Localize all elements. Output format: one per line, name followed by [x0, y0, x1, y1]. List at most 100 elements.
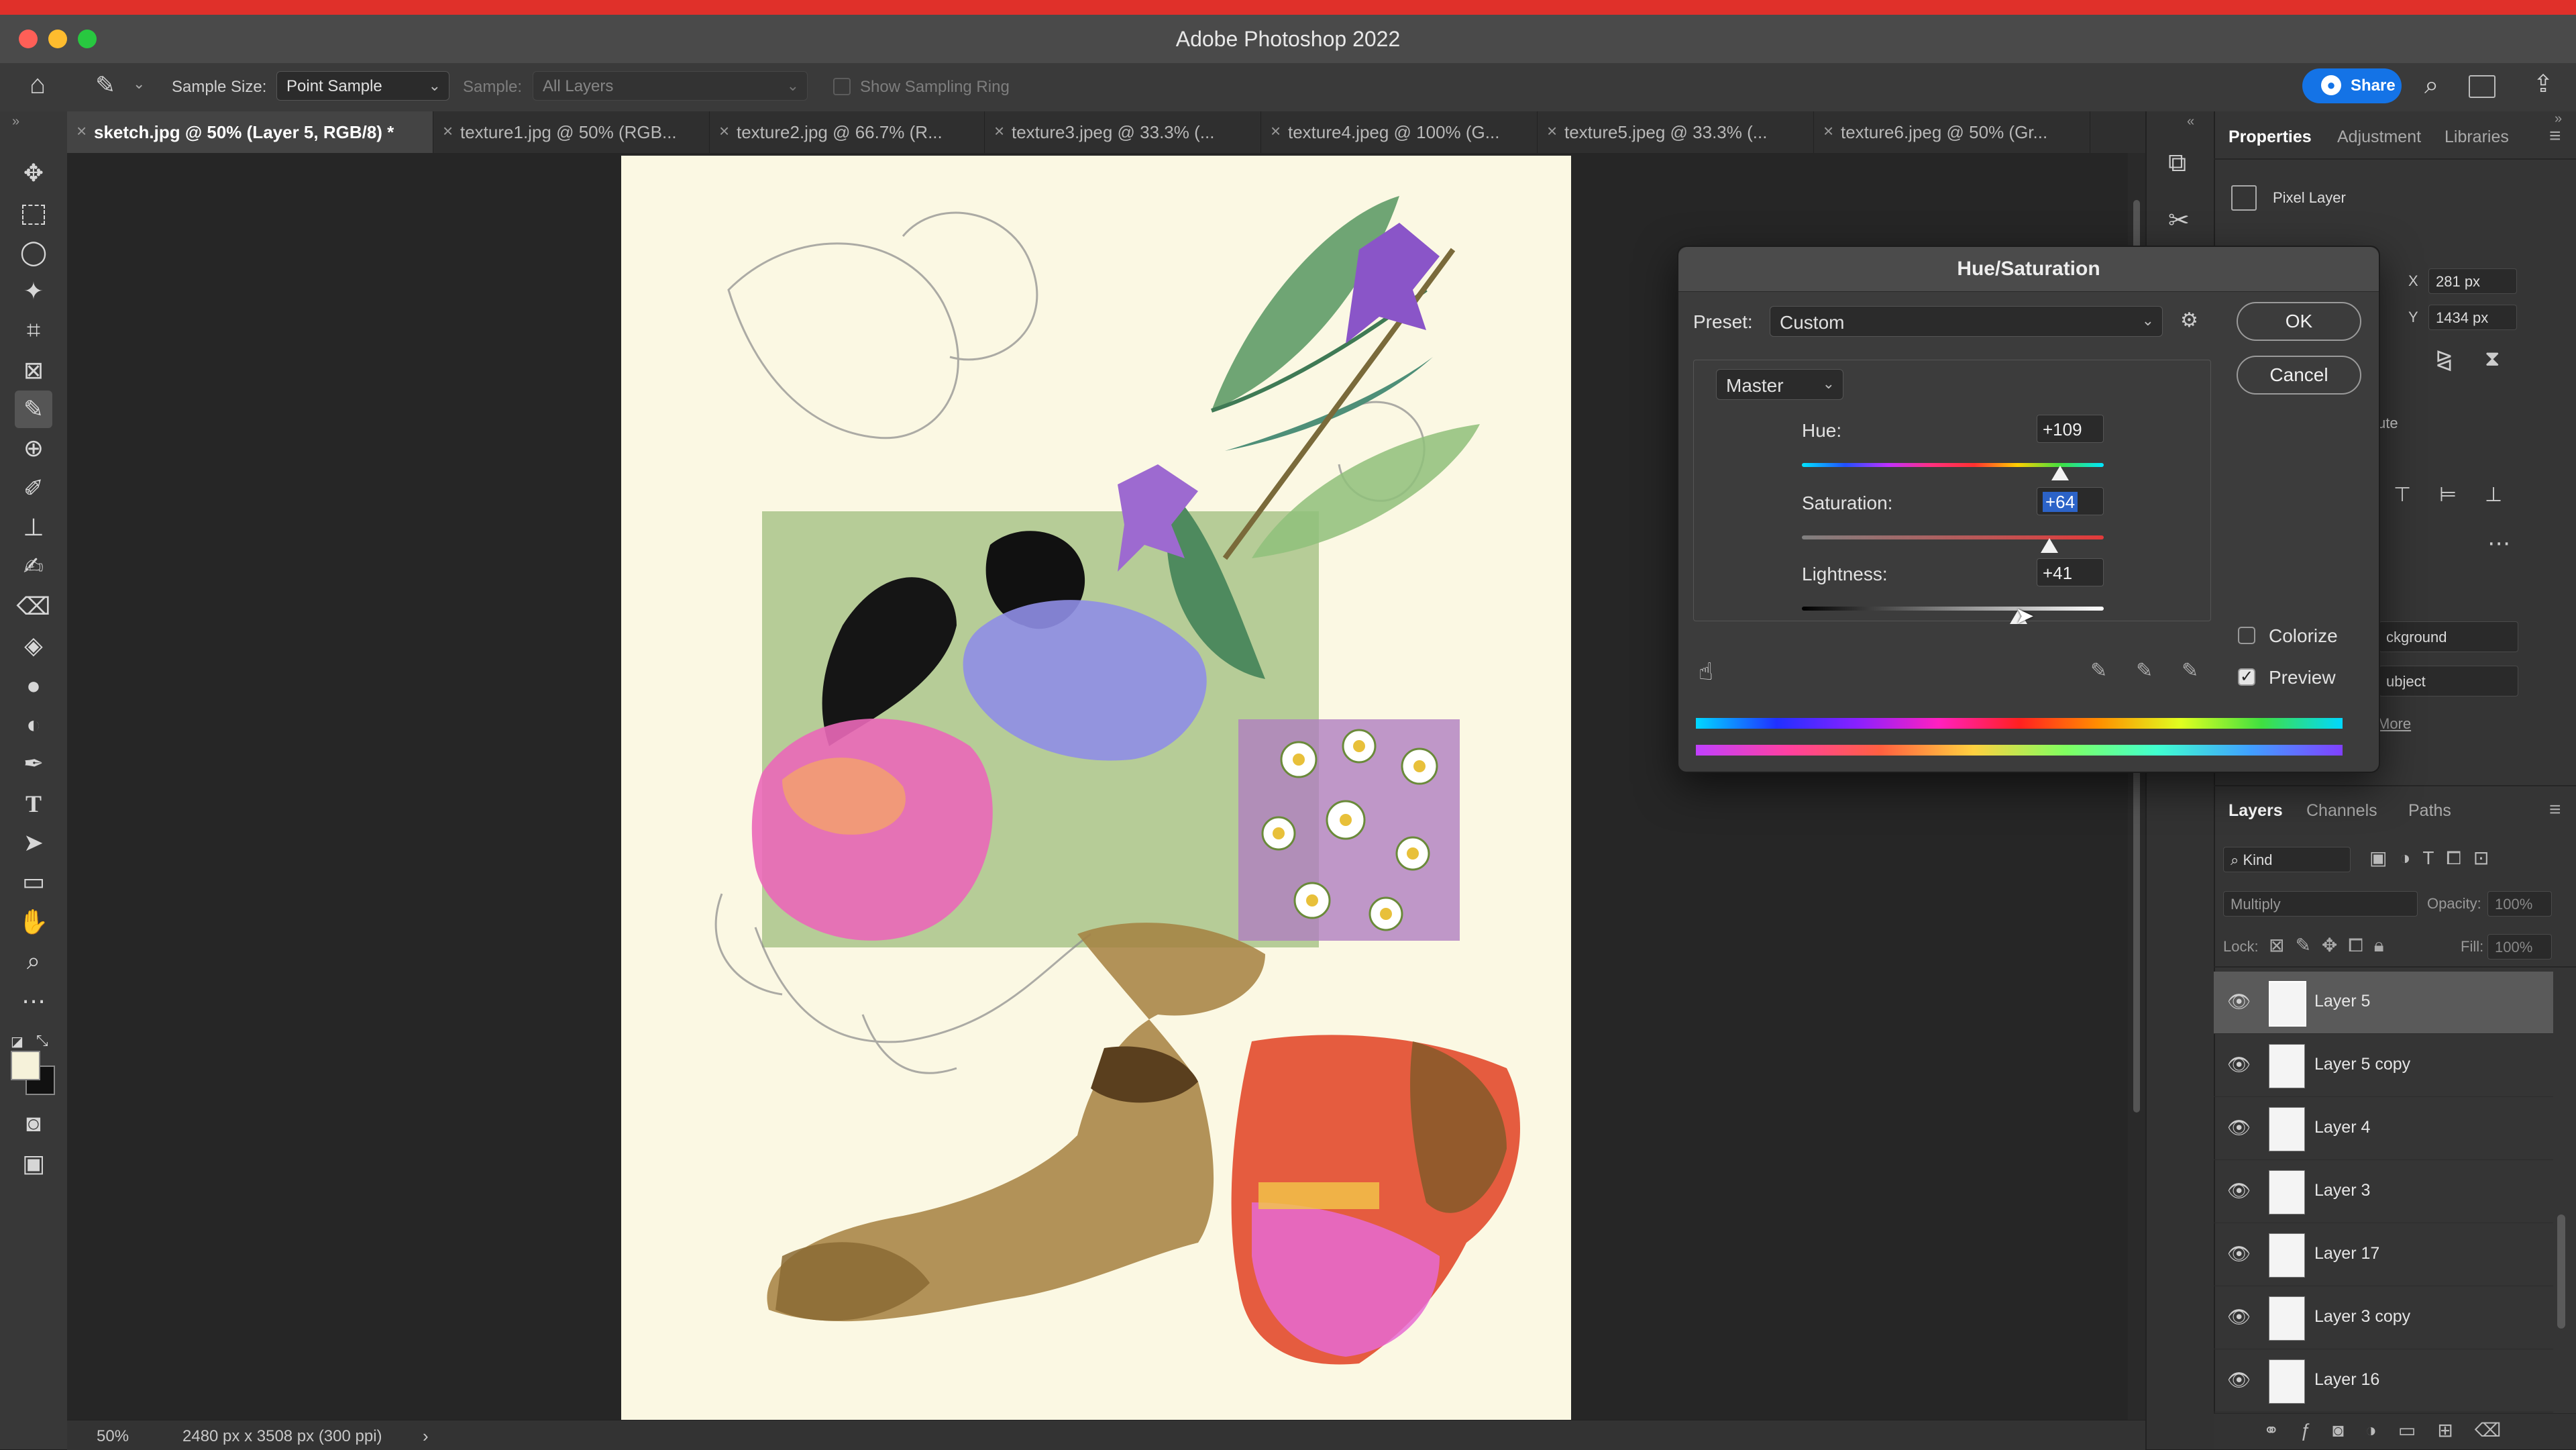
status-arrow[interactable]: › — [423, 1426, 429, 1447]
visibility-eye-icon[interactable]: 👁︎ — [2227, 990, 2251, 1013]
marquee-tool-icon[interactable] — [15, 195, 52, 232]
foreground-color-swatch[interactable] — [11, 1051, 40, 1080]
visibility-eye-icon[interactable]: 👁︎ — [2227, 1053, 2251, 1076]
ok-button[interactable]: OK — [2237, 302, 2361, 341]
tab-channels[interactable]: Channels — [2306, 801, 2377, 821]
tab-texture4[interactable]: × texture4.jpeg @ 100% (G... — [1261, 111, 1538, 153]
align-bottom-icon[interactable]: ⊥ — [2485, 483, 2502, 507]
tab-texture1[interactable]: × texture1.jpg @ 50% (RGB... — [433, 111, 710, 153]
hand-tool-icon[interactable]: ✋ — [15, 903, 52, 941]
collapse-panels-icon[interactable]: « — [2187, 114, 2194, 130]
cancel-button[interactable]: Cancel — [2237, 356, 2361, 395]
tab-layers[interactable]: Layers — [2229, 801, 2283, 821]
tab-texture6[interactable]: × texture6.jpeg @ 50% (Gr... — [1814, 111, 2090, 153]
quick-mask-icon[interactable]: ◙ — [15, 1104, 52, 1142]
add-to-sample-eyedropper-icon[interactable]: ✎ — [2136, 659, 2153, 682]
close-tab-icon[interactable]: × — [1823, 121, 1833, 142]
close-tab-icon[interactable]: × — [1271, 121, 1281, 142]
tab-texture3[interactable]: × texture3.jpeg @ 33.3% (... — [985, 111, 1261, 153]
close-tab-icon[interactable]: × — [994, 121, 1004, 142]
select-subject-button[interactable]: ubject — [2379, 666, 2518, 696]
lasso-tool-icon[interactable]: ◯ — [15, 234, 52, 271]
crop-tool-icon[interactable]: ⌗ — [15, 311, 52, 349]
align-top-icon[interactable]: ⊤ — [2394, 483, 2411, 507]
workspace-icon[interactable] — [2469, 75, 2496, 98]
history-brush-tool-icon[interactable]: ✍ — [15, 548, 52, 585]
rectangle-tool-icon[interactable]: ▭ — [15, 863, 52, 900]
saturation-slider-track[interactable] — [1802, 535, 2104, 539]
frame-tool-icon[interactable]: ⊠ — [15, 352, 52, 389]
align-middle-icon[interactable]: ⊨ — [2439, 483, 2457, 507]
preview-checkbox[interactable]: ✓ — [2238, 668, 2255, 686]
on-image-adjust-hand-icon[interactable]: ☝ — [1699, 658, 1713, 686]
layer-row[interactable]: 👁︎ Layer 5 — [2214, 972, 2553, 1034]
paint-bucket-tool-icon[interactable]: ◈ — [15, 627, 52, 664]
preset-options-gear-icon[interactable]: ⚙ — [2180, 309, 2198, 332]
panel-menu-icon[interactable]: ≡ — [2549, 125, 2561, 148]
zoom-level[interactable]: 50% — [97, 1427, 129, 1446]
eyedropper-tool-icon[interactable]: ✎ — [15, 391, 52, 428]
brush-tool-icon[interactable]: ✐ — [15, 470, 52, 507]
x-position-field[interactable]: 281 px — [2428, 268, 2517, 294]
document-canvas[interactable] — [621, 156, 1571, 1420]
tab-sketch[interactable]: × sketch.jpg @ 50% (Layer 5, RGB/8) * — [67, 111, 433, 153]
healing-brush-tool-icon[interactable]: ⊕ — [15, 429, 52, 467]
layer-row[interactable]: 👁︎ Layer 4 — [2214, 1098, 2553, 1160]
layers-scrollbar[interactable] — [2557, 1214, 2565, 1329]
visibility-eye-icon[interactable]: 👁︎ — [2227, 1180, 2251, 1202]
magic-wand-tool-icon[interactable]: ✦ — [15, 272, 52, 310]
y-position-field[interactable]: 1434 px — [2428, 305, 2517, 330]
tab-paths[interactable]: Paths — [2408, 801, 2451, 821]
type-tool-icon[interactable]: T — [15, 785, 52, 823]
filter-kind-select[interactable]: ⌕ Kind — [2223, 847, 2351, 872]
hue-value-field[interactable]: +109 — [2037, 415, 2104, 443]
saturation-slider-thumb[interactable] — [2041, 538, 2058, 553]
visibility-eye-icon[interactable]: 👁︎ — [2227, 1117, 2251, 1139]
zoom-tool-icon[interactable]: ⌕ — [15, 942, 52, 980]
path-selection-tool-icon[interactable]: ➤ — [15, 824, 52, 862]
eyedropper-tool-preset-icon[interactable]: ✎ — [95, 71, 115, 99]
document-info[interactable]: 2480 px x 3508 px (300 ppi) — [182, 1427, 382, 1446]
hue-slider-thumb[interactable] — [2051, 466, 2069, 480]
preset-select[interactable]: Custom ⌄ — [1770, 306, 2163, 337]
tab-texture2[interactable]: × texture2.jpg @ 66.7% (R... — [710, 111, 985, 153]
lightness-slider-track[interactable] — [1802, 607, 2104, 611]
layer-filter-icons[interactable]: ▣◑T⧠⊡ — [2369, 847, 2501, 870]
clone-stamp-tool-icon[interactable]: ⊥ — [15, 509, 52, 546]
more-tools-icon[interactable]: ⋯ — [15, 982, 52, 1020]
layers-footer-icons[interactable]: ⚭ƒ◙◑▭⊞⌫ — [2214, 1413, 2576, 1449]
close-tab-icon[interactable]: × — [1547, 121, 1557, 142]
search-icon[interactable]: ⌕ — [2424, 71, 2438, 100]
eyedropper-icon[interactable]: ✎ — [2090, 659, 2107, 682]
screen-mode-icon[interactable]: ▣ — [15, 1145, 52, 1182]
tab-adjustments[interactable]: Adjustment — [2337, 127, 2421, 147]
visibility-eye-icon[interactable]: 👁︎ — [2227, 1306, 2251, 1328]
tool-preset-chevron-icon[interactable]: ⌄ — [133, 75, 145, 93]
lock-icons[interactable]: ⊠✎✥⧠🔒︎ — [2269, 934, 2395, 957]
eraser-tool-icon[interactable]: ⌫ — [15, 588, 52, 625]
sample-size-select[interactable]: Point Sample ⌄ — [276, 71, 449, 101]
lightness-value-field[interactable]: +41 — [2037, 558, 2104, 586]
flip-horizontal-icon[interactable]: ⧎ — [2435, 346, 2453, 372]
more-link[interactable]: More — [2377, 715, 2411, 733]
visibility-eye-icon[interactable]: 👁︎ — [2227, 1243, 2251, 1265]
colorize-checkbox[interactable] — [2238, 627, 2255, 644]
layer-row[interactable]: 👁︎ Layer 5 copy — [2214, 1035, 2553, 1097]
default-colors-icon[interactable]: ◪ — [11, 1033, 23, 1050]
tab-properties[interactable]: Properties — [2229, 127, 2312, 147]
brush-settings-icon[interactable]: ✂ — [2168, 205, 2190, 236]
dodge-tool-icon[interactable]: ◐ — [15, 706, 52, 743]
flip-vertical-icon[interactable]: ⧗ — [2485, 346, 2500, 372]
export-icon[interactable]: ⇪ — [2533, 70, 2553, 98]
layer-row[interactable]: 👁︎ Layer 3 copy — [2214, 1287, 2553, 1349]
subtract-from-sample-eyedropper-icon[interactable]: ✎ — [2182, 659, 2198, 682]
sample-select[interactable]: All Layers ⌄ — [533, 71, 808, 101]
more-options-icon[interactable]: ⋯ — [2487, 530, 2510, 557]
expand-toolbar-icon[interactable]: » — [12, 114, 19, 130]
history-panel-icon[interactable]: ⧉ — [2168, 149, 2186, 178]
tab-texture5[interactable]: × texture5.jpeg @ 33.3% (... — [1538, 111, 1814, 153]
blur-tool-icon[interactable]: ● — [15, 667, 52, 705]
share-button[interactable]: ● Share — [2302, 68, 2402, 103]
swap-colors-icon[interactable]: ⤡ — [36, 1032, 48, 1049]
panel-menu-icon[interactable]: ≡ — [2549, 798, 2561, 821]
